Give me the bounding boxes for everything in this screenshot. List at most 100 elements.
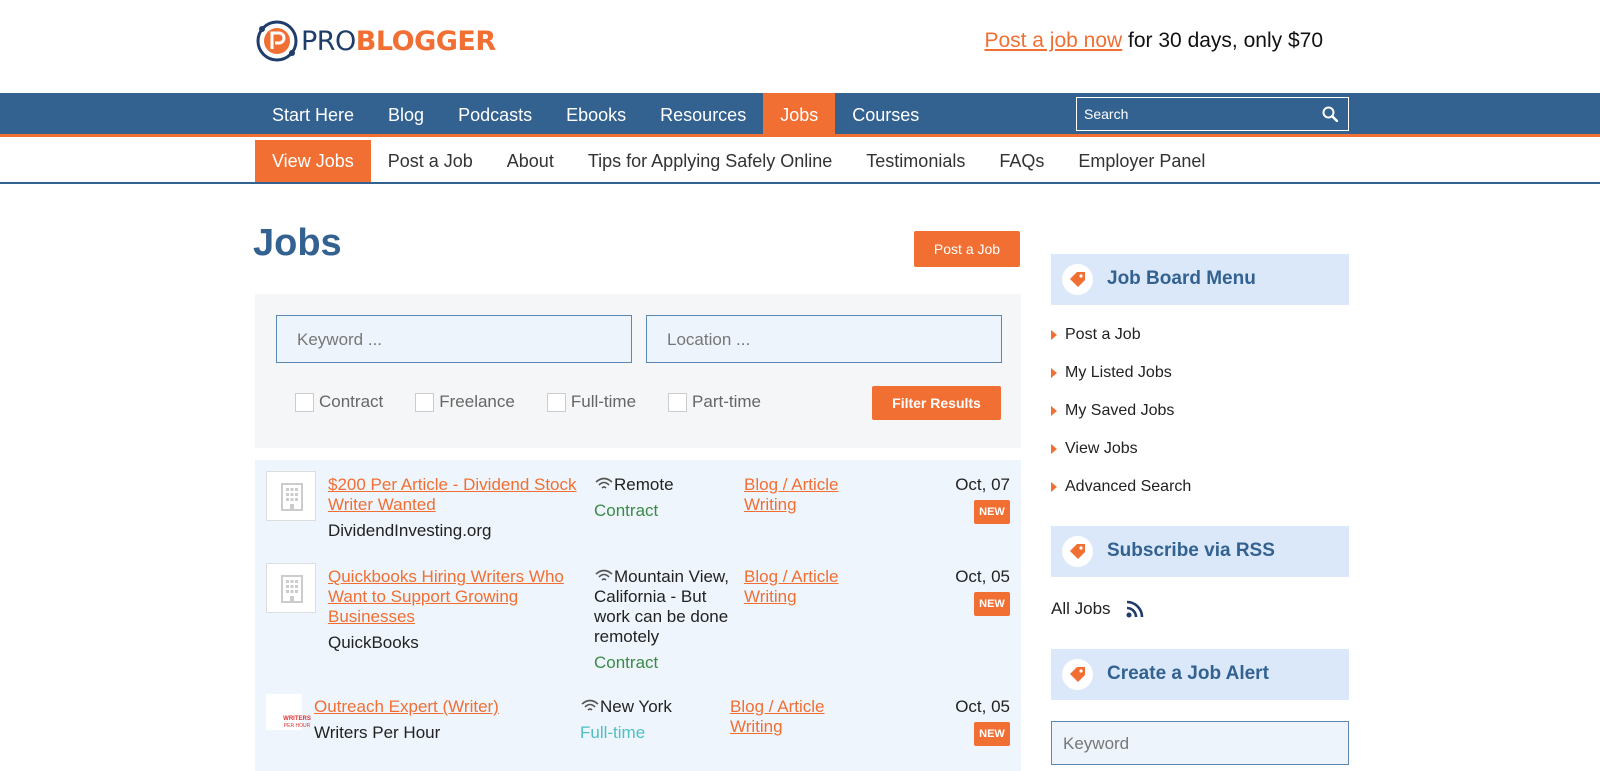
search-placeholder: Search xyxy=(1084,106,1129,122)
location-input[interactable]: Location ... xyxy=(646,315,1002,363)
problogger-logo[interactable]: PROBLOGGER xyxy=(255,19,496,63)
job-title-line: Writer Wanted xyxy=(328,495,436,514)
subnav-item-view-jobs[interactable]: View Jobs xyxy=(255,140,371,182)
subscribe-rss-title: Subscribe via RSS xyxy=(1107,540,1275,561)
job-location: Mountain View, California - But work can b… xyxy=(594,567,729,647)
search-input[interactable]: Search xyxy=(1076,97,1349,131)
checkbox-box[interactable] xyxy=(546,392,566,412)
filter-results-button[interactable]: Filter Results xyxy=(872,386,1001,420)
sidebar-item-view-jobs[interactable]: View Jobs xyxy=(1051,430,1191,468)
job-title-line: Quickbooks Hiring Writers Who xyxy=(328,567,564,586)
sidebar-item-my-saved-jobs[interactable]: My Saved Jobs xyxy=(1051,392,1191,430)
rss-all-jobs-label: All Jobs xyxy=(1051,599,1111,618)
job-listing[interactable]: $200 Per Article - Dividend Stock Writer … xyxy=(255,460,1021,552)
remote-wifi-icon xyxy=(595,477,613,489)
job-title-line: Businesses xyxy=(328,607,415,626)
job-board-menu-heading: Job Board Menu xyxy=(1051,254,1349,305)
post-job-now-link[interactable]: Post a job now xyxy=(984,29,1122,52)
sub-nav: View Jobs Post a Job About Tips for Applyin… xyxy=(0,140,1600,184)
location-line: California - But xyxy=(594,587,707,606)
svg-text:WRITERS: WRITERS xyxy=(283,716,311,722)
company-name: QuickBooks xyxy=(328,633,419,652)
job-location: New York xyxy=(580,697,672,717)
category-line: Blog / Article xyxy=(744,475,839,494)
job-title-link[interactable]: $200 Per Article - Dividend Stock Writer … xyxy=(328,475,577,515)
checkbox-part-time[interactable]: Part-time xyxy=(668,392,761,412)
checkbox-contract[interactable]: Contract xyxy=(295,392,383,412)
promo-suffix: for 30 days, only $70 xyxy=(1122,29,1323,52)
nav-item-courses[interactable]: Courses xyxy=(835,93,936,137)
job-title-link[interactable]: Quickbooks Hiring Writers Who Want to Sup… xyxy=(328,567,564,627)
job-title-link[interactable]: Outreach Expert (Writer) xyxy=(314,697,499,717)
writers-per-hour-logo-icon: WRITERSPER HOUR xyxy=(283,716,311,729)
building-icon xyxy=(281,575,303,603)
job-type-label: Contract xyxy=(594,653,659,672)
job-filter-panel: Keyword ... Location ... Contract Freelan… xyxy=(255,294,1021,448)
sub-nav-list: View Jobs Post a Job About Tips for Applyin… xyxy=(255,140,1222,182)
job-type-checkboxes: Contract Freelance Full-time Part-time xyxy=(295,392,793,412)
subnav-item-employer-panel[interactable]: Employer Panel xyxy=(1061,140,1222,182)
new-badge: NEW xyxy=(974,722,1010,746)
logo-pro-text: PRO xyxy=(301,25,356,57)
category-line: Writing xyxy=(744,495,797,514)
sidebar-item-label: My Saved Jobs xyxy=(1065,402,1175,419)
search-icon[interactable] xyxy=(1322,106,1338,122)
job-alert-title: Create a Job Alert xyxy=(1107,663,1269,684)
subnav-item-about[interactable]: About xyxy=(490,140,571,182)
new-badge: NEW xyxy=(974,500,1010,524)
checkbox-label: Freelance xyxy=(439,392,515,411)
location-line: New York xyxy=(600,697,672,716)
job-category-link[interactable]: Blog / Article Writing xyxy=(744,475,839,515)
nav-item-resources[interactable]: Resources xyxy=(643,93,763,137)
logo-blogger-text: BLOGGER xyxy=(355,25,496,57)
checkbox-full-time[interactable]: Full-time xyxy=(546,392,636,412)
svg-text:PER HOUR: PER HOUR xyxy=(284,723,311,729)
subnav-item-tips-for-applying-safely-online[interactable]: Tips for Applying Safely Online xyxy=(571,140,849,182)
nav-item-ebooks[interactable]: Ebooks xyxy=(549,93,643,137)
sidebar-item-label: Advanced Search xyxy=(1065,478,1192,495)
checkbox-box[interactable] xyxy=(295,392,314,412)
checkbox-freelance[interactable]: Freelance xyxy=(415,392,515,412)
keyword-input[interactable]: Keyword ... xyxy=(276,315,632,363)
job-board-menu-list: Post a Job My Listed Jobs My Saved Jobs Vie… xyxy=(1051,316,1191,506)
nav-item-blog[interactable]: Blog xyxy=(371,93,441,137)
logo-wordmark: PROBLOGGER xyxy=(301,26,496,57)
sidebar-item-my-listed-jobs[interactable]: My Listed Jobs xyxy=(1051,354,1191,392)
location-wifi-icon xyxy=(581,699,599,711)
subnav-item-post-a-job[interactable]: Post a Job xyxy=(371,140,490,182)
company-name: DividendInvesting.org xyxy=(328,521,492,540)
arrow-right-icon xyxy=(1051,406,1057,416)
problogger-logo-icon xyxy=(255,19,299,63)
keyword-placeholder: Keyword ... xyxy=(297,330,383,349)
checkbox-box[interactable] xyxy=(415,392,435,412)
rss-icon[interactable] xyxy=(1125,599,1145,619)
category-line: Writing xyxy=(730,717,783,736)
company-logo-placeholder xyxy=(266,563,316,613)
nav-item-jobs[interactable]: Jobs xyxy=(763,93,836,137)
arrow-right-icon xyxy=(1051,330,1057,340)
post-a-job-button[interactable]: Post a Job xyxy=(914,231,1020,267)
rss-all-jobs-link[interactable]: All Jobs xyxy=(1051,599,1145,619)
sidebar-item-advanced-search[interactable]: Advanced Search xyxy=(1051,468,1191,506)
checkbox-box[interactable] xyxy=(668,392,688,412)
tag-icon xyxy=(1062,264,1093,295)
sidebar-item-post-a-job[interactable]: Post a Job xyxy=(1051,316,1191,354)
subnav-item-faqs[interactable]: FAQs xyxy=(982,140,1061,182)
sidebar-item-label: My Listed Jobs xyxy=(1065,364,1172,381)
job-category-link[interactable]: Blog / Article Writing xyxy=(730,697,825,737)
alert-keyword-input[interactable]: Keyword xyxy=(1051,721,1349,765)
subscribe-rss-heading: Subscribe via RSS xyxy=(1051,526,1349,577)
sidebar-item-label: Post a Job xyxy=(1065,326,1141,343)
nav-item-start-here[interactable]: Start Here xyxy=(255,93,371,137)
subnav-item-testimonials[interactable]: Testimonials xyxy=(849,140,982,182)
job-date: Oct, 07 xyxy=(955,475,1010,494)
job-list: $200 Per Article - Dividend Stock Writer … xyxy=(255,460,1021,771)
job-category-link[interactable]: Blog / Article Writing xyxy=(744,567,839,607)
location-line: Remote xyxy=(614,475,674,494)
category-line: Blog / Article xyxy=(744,567,839,586)
job-listing[interactable]: Quickbooks Hiring Writers Who Want to Sup… xyxy=(255,552,1021,685)
job-type-label: Full-time xyxy=(580,723,646,742)
nav-item-podcasts[interactable]: Podcasts xyxy=(441,93,549,137)
job-board-menu-title: Job Board Menu xyxy=(1107,268,1256,289)
job-listing[interactable]: WRITERS PER HOUR Outreach Expert (Writer)… xyxy=(255,685,1021,771)
